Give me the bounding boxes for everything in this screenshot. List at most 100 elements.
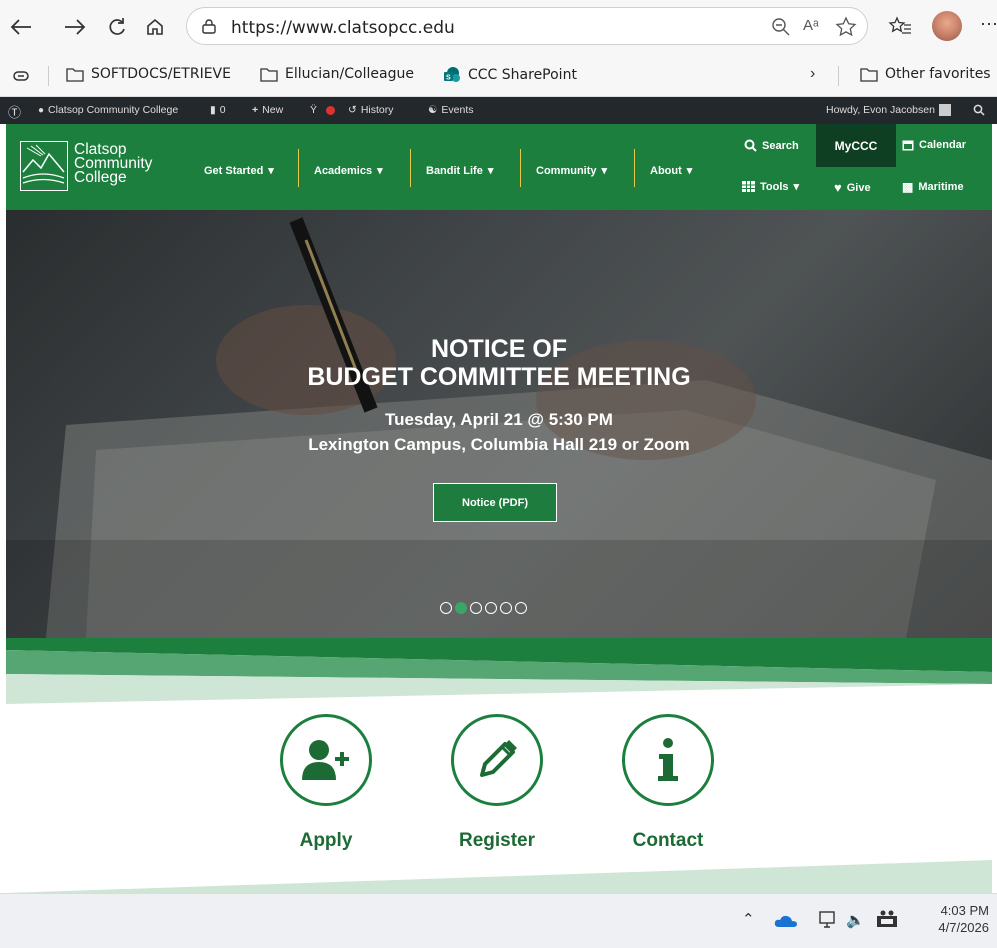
seo-status-dot [326, 106, 335, 115]
slider-dot[interactable] [500, 602, 512, 614]
sharepoint-icon: S [444, 67, 460, 82]
bookmark-sharepoint[interactable]: S CCC SharePoint [443, 66, 577, 84]
folder-icon [66, 67, 84, 82]
bookmark-label: SOFTDOCS/ETRIEVE [91, 66, 231, 82]
folder-icon [860, 67, 878, 82]
speaker-icon[interactable]: 🔈 [846, 911, 865, 929]
give-label: Give [846, 181, 871, 194]
chevron-up-icon[interactable]: ⌃ [742, 910, 755, 928]
refresh-button[interactable] [102, 10, 132, 44]
chevron-right-icon[interactable]: › [810, 65, 815, 83]
system-clock[interactable]: 4:03 PM 4/7/2026 [921, 902, 989, 936]
header-tools[interactable]: Tools ▾ [742, 180, 799, 193]
howdy-label: Howdy, Evon Jacobsen [826, 104, 935, 116]
header-calendar[interactable]: Calendar [902, 139, 966, 151]
wordpress-icon[interactable]: Ⓣ [8, 102, 21, 121]
read-aloud-icon[interactable]: Aᵃ [803, 17, 819, 34]
admin-history[interactable]: ↺ History [348, 104, 393, 116]
favorites-icon[interactable] [888, 16, 912, 38]
lock-icon [202, 19, 216, 34]
calendar-label: Calendar [919, 139, 967, 151]
network-icon[interactable] [818, 910, 838, 930]
menu-community[interactable]: Community ▾ [536, 164, 607, 178]
slider-dot[interactable] [485, 602, 497, 614]
bookmark-label: CCC SharePoint [468, 67, 577, 83]
menu-label: Get Started [204, 164, 264, 177]
contact-label: Contact [632, 830, 704, 851]
events-label: Events [441, 104, 474, 116]
menu-separator [298, 149, 299, 187]
other-favorites[interactable]: Other favorites [860, 66, 991, 82]
notice-button-label: Notice (PDF) [462, 496, 528, 509]
slider-dot[interactable] [515, 602, 527, 614]
url-text: https://www.clatsopcc.edu [231, 18, 455, 38]
header-maritime[interactable]: ▩ Maritime [902, 180, 964, 194]
history-icon: ↺ [348, 104, 357, 116]
add-user-icon [302, 740, 349, 780]
meeting-icon[interactable] [876, 909, 898, 929]
home-button[interactable] [140, 10, 170, 44]
caret-down-icon: ▾ [268, 165, 274, 177]
favorites-bar: SOFTDOCS/ETRIEVE Ellucian/Colleague S CC… [0, 56, 997, 97]
zoom-icon[interactable] [771, 17, 791, 37]
clock-date: 4/7/2026 [938, 920, 989, 935]
back-button[interactable] [6, 10, 36, 44]
admin-search-icon[interactable] [973, 104, 985, 116]
wp-admin-bar: Ⓣ ● Clatsop Community College ▮ 0 + New … [0, 97, 997, 124]
favorite-star-icon[interactable] [835, 16, 857, 38]
myccc-label: MyCCC [834, 138, 878, 153]
divider [838, 66, 839, 86]
hero-title-line-1: NOTICE OF [430, 335, 568, 363]
admin-site-name[interactable]: ● Clatsop Community College [38, 104, 178, 116]
menu-bandit-life[interactable]: Bandit Life ▾ [426, 164, 494, 178]
forward-button[interactable] [60, 10, 90, 44]
more-menu-icon[interactable]: ⋯ [980, 14, 997, 35]
header-give[interactable]: ♥ Give [834, 180, 871, 195]
logo-wordmark: Clatsop Community College [74, 142, 152, 186]
menu-about[interactable]: About ▾ [650, 164, 692, 178]
yoast-icon[interactable]: Ÿ [310, 104, 317, 116]
hero-subtitle-line-2: Lexington Campus, Columbia Hall 219 or Z… [308, 435, 690, 454]
slider-dot[interactable] [470, 602, 482, 614]
bookmark-ellucian[interactable]: Ellucian/Colleague [260, 66, 414, 82]
search-icon [744, 139, 757, 152]
bookmark-softdocs[interactable]: SOFTDOCS/ETRIEVE [66, 66, 231, 82]
hero-title-line-2: BUDGET COMMITTEE MEETING [307, 363, 691, 391]
menu-academics[interactable]: Academics ▾ [314, 164, 383, 178]
address-bar[interactable]: https://www.clatsopcc.edu Aᵃ [186, 7, 868, 45]
home-icon [147, 18, 163, 35]
quick-link-contact[interactable]: Contact [620, 714, 716, 852]
admin-comments[interactable]: ▮ 0 [210, 104, 226, 116]
quick-link-register[interactable]: Register [449, 714, 545, 852]
clock-time: 4:03 PM [940, 903, 989, 918]
myccc-button[interactable]: MyCCC [816, 124, 896, 167]
admin-account[interactable]: Howdy, Evon Jacobsen [826, 104, 951, 116]
college-logo[interactable]: Clatsop Community College [20, 141, 180, 193]
other-favorites-label: Other favorites [885, 66, 991, 82]
register-label: Register [458, 830, 536, 851]
header-search[interactable]: Search [744, 139, 799, 152]
profile-avatar[interactable] [932, 11, 962, 41]
admin-new[interactable]: + New [252, 104, 283, 116]
logo-line-3: College [74, 169, 127, 186]
menu-separator [410, 149, 411, 187]
plus-icon: + [252, 104, 259, 116]
comments-count: 0 [219, 104, 226, 116]
menu-label: Bandit Life [426, 164, 483, 177]
folder-icon [260, 67, 278, 82]
account-avatar [938, 104, 951, 116]
new-label: New [262, 104, 284, 116]
admin-site-label: Clatsop Community College [48, 104, 179, 116]
svg-text:S: S [446, 75, 451, 82]
quick-link-apply[interactable]: Apply [278, 714, 374, 852]
admin-events[interactable]: ☯ Events [428, 104, 474, 116]
menu-get-started[interactable]: Get Started ▾ [204, 164, 274, 178]
search-label: Search [762, 139, 799, 152]
caret-down-icon: ▾ [487, 165, 494, 177]
onedrive-icon[interactable] [774, 914, 798, 928]
notice-pdf-button[interactable]: Notice (PDF) [433, 483, 557, 522]
bookmark-label: Ellucian/Colleague [285, 66, 414, 82]
slider-dot-active[interactable] [455, 602, 467, 614]
slider-dot[interactable] [440, 602, 452, 614]
collections-icon[interactable] [12, 68, 30, 84]
